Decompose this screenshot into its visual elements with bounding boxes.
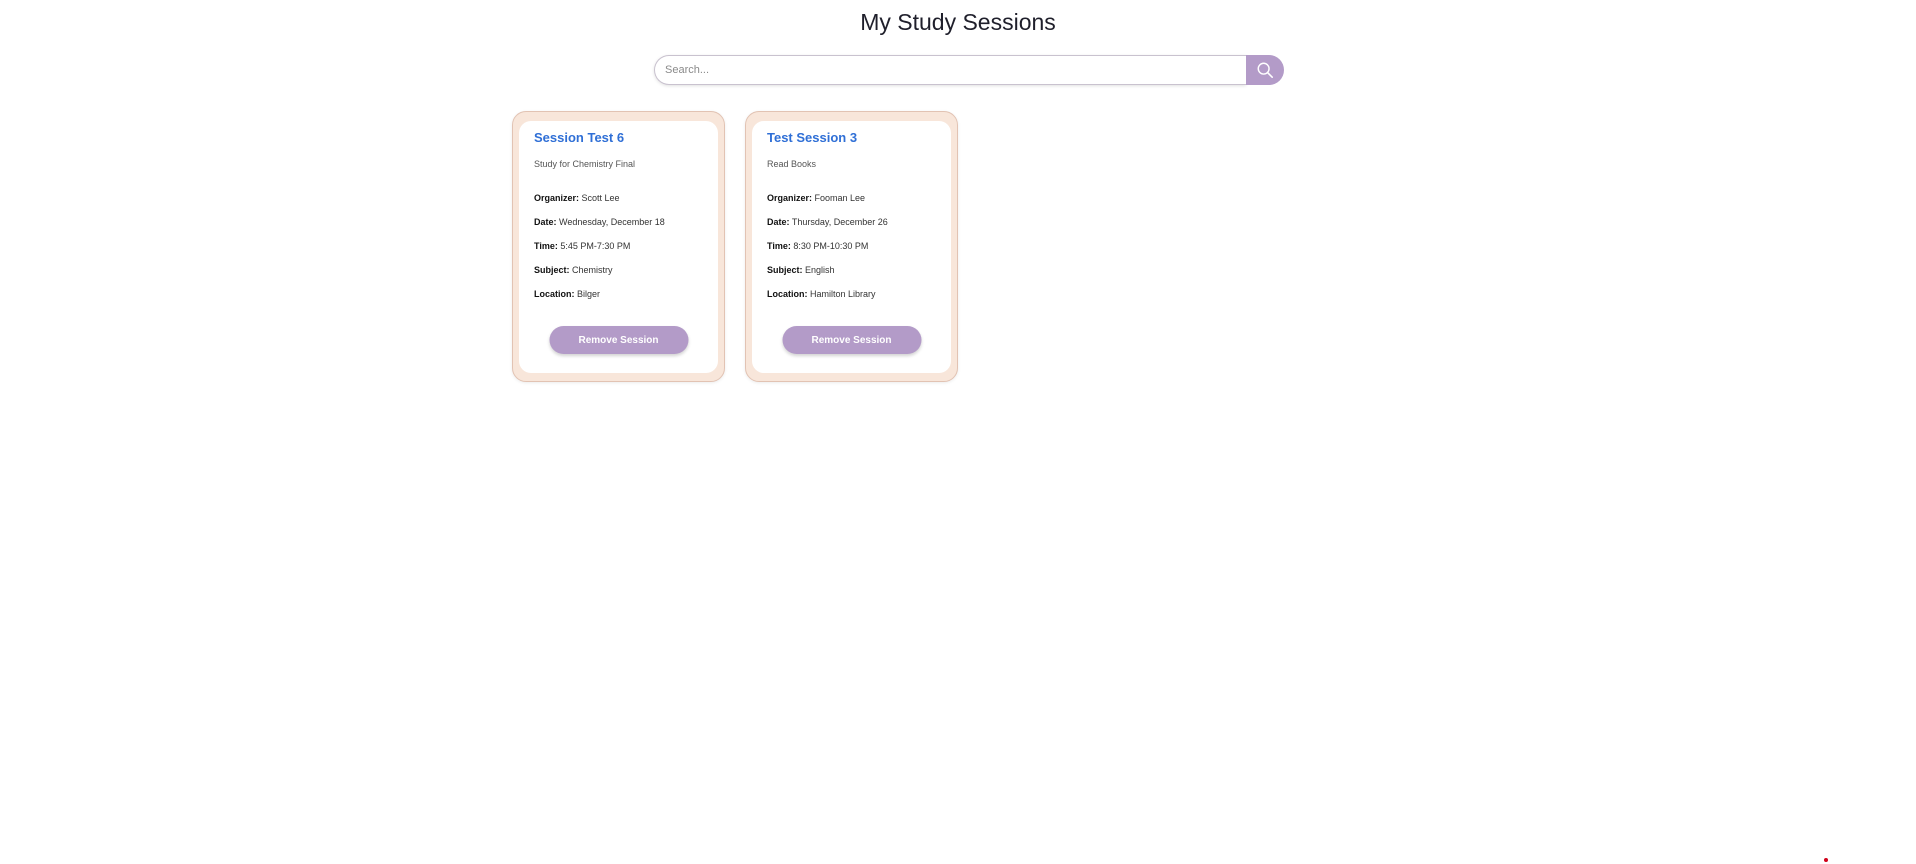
date-value: Wednesday, December 18: [559, 217, 665, 227]
subject-label: Subject:: [534, 265, 570, 275]
organizer-value: Scott Lee: [581, 193, 620, 203]
session-subject: Subject: English: [767, 264, 936, 276]
session-subject: Subject: Chemistry: [534, 264, 703, 276]
organizer-value: Fooman Lee: [814, 193, 866, 203]
time-value: 8:30 PM-10:30 PM: [793, 241, 869, 251]
date-value: Thursday, December 26: [791, 217, 888, 227]
session-card-body: Session Test 6 Study for Chemistry Final…: [519, 121, 718, 373]
session-organizer: Organizer: Fooman Lee: [767, 192, 936, 204]
subject-value: English: [805, 265, 835, 275]
session-details: Organizer: Scott Lee Date: Wednesday, De…: [534, 192, 703, 300]
date-label: Date:: [767, 217, 790, 227]
subject-label: Subject:: [767, 265, 803, 275]
session-location: Location: Hamilton Library: [767, 288, 936, 300]
time-value: 5:45 PM-7:30 PM: [560, 241, 631, 251]
session-location: Location: Bilger: [534, 288, 703, 300]
search-icon: [1256, 61, 1274, 79]
session-time: Time: 8:30 PM-10:30 PM: [767, 240, 936, 252]
remove-session-button[interactable]: Remove Session: [549, 326, 688, 354]
session-time: Time: 5:45 PM-7:30 PM: [534, 240, 703, 252]
location-value: Bilger: [577, 289, 601, 299]
search-button[interactable]: [1246, 55, 1284, 85]
page-title: My Study Sessions: [860, 9, 1056, 35]
location-value: Hamilton Library: [810, 289, 876, 299]
subject-value: Chemistry: [572, 265, 613, 275]
session-title[interactable]: Session Test 6: [534, 129, 703, 147]
session-card: Test Session 3 Read Books Organizer: Foo…: [745, 111, 958, 382]
session-card: Session Test 6 Study for Chemistry Final…: [512, 111, 725, 382]
time-label: Time:: [767, 241, 791, 251]
page: My Study Sessions Session Test 6 Study f…: [0, 0, 1916, 864]
search-input[interactable]: [654, 55, 1246, 85]
location-label: Location:: [534, 289, 575, 299]
session-description: Study for Chemistry Final: [534, 159, 636, 169]
time-label: Time:: [534, 241, 558, 251]
session-date: Date: Wednesday, December 18: [534, 216, 703, 228]
search-bar: [654, 55, 1284, 85]
organizer-label: Organizer:: [767, 193, 813, 203]
session-date: Date: Thursday, December 26: [767, 216, 936, 228]
organizer-label: Organizer:: [534, 193, 580, 203]
session-details: Organizer: Fooman Lee Date: Thursday, De…: [767, 192, 936, 300]
status-dot: [1824, 858, 1828, 862]
date-label: Date:: [534, 217, 557, 227]
session-description: Read Books: [767, 159, 817, 169]
location-label: Location:: [767, 289, 808, 299]
session-organizer: Organizer: Scott Lee: [534, 192, 703, 204]
session-cards: Session Test 6 Study for Chemistry Final…: [512, 111, 958, 382]
session-card-body: Test Session 3 Read Books Organizer: Foo…: [752, 121, 951, 373]
remove-session-button[interactable]: Remove Session: [782, 326, 921, 354]
session-title[interactable]: Test Session 3: [767, 129, 936, 147]
